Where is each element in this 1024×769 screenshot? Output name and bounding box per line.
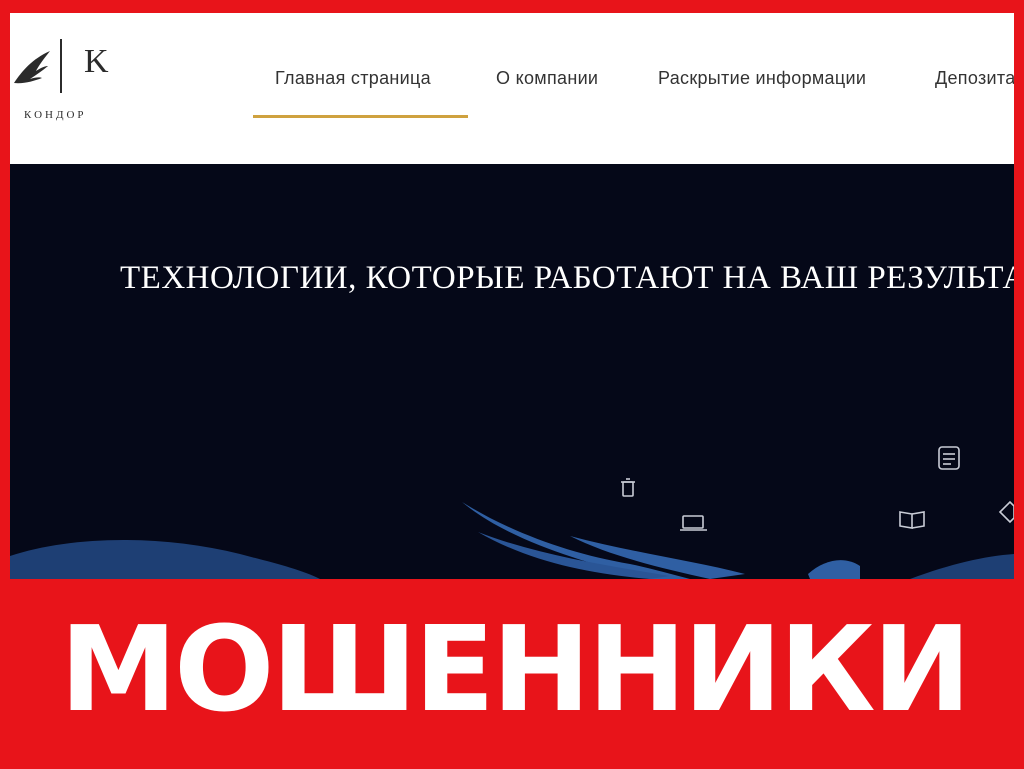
wing-feather-4 <box>808 560 860 579</box>
hero-section: ТЕХНОЛОГИИ, КОТОРЫЕ РАБОТАЮТ НА ВАШ РЕЗУ… <box>10 164 1014 579</box>
warning-banner: МОШЕННИКИ <box>0 579 1024 769</box>
nav-item-disclosure[interactable]: Раскрытие информации <box>658 68 866 89</box>
book-icon <box>899 511 925 529</box>
nav-active-underline <box>253 115 468 118</box>
hero-illustration <box>10 446 1014 579</box>
logo-divider <box>60 39 62 93</box>
logo[interactable]: K КОНДОР <box>10 35 120 131</box>
diamond-icon <box>998 500 1014 524</box>
wing-shape-left <box>10 539 320 579</box>
wing-feather-5 <box>910 554 1014 579</box>
nav-item-home[interactable]: Главная страница <box>275 68 431 89</box>
browser-viewport: K КОНДОР Главная страница О компании Рас… <box>10 13 1014 579</box>
warning-banner-text: МОШЕННИКИ <box>59 600 972 738</box>
laptop-icon <box>680 515 707 531</box>
trash-icon <box>621 478 635 497</box>
logo-letter: K <box>84 43 109 80</box>
wing-logo-icon <box>14 51 50 84</box>
logo-wordmark: КОНДОР <box>24 109 87 121</box>
nav-item-depository[interactable]: Депозитарий <box>935 68 1014 89</box>
nav-item-about[interactable]: О компании <box>496 68 598 89</box>
site-header: K КОНДОР Главная страница О компании Рас… <box>10 13 1014 164</box>
document-icon <box>938 446 960 470</box>
